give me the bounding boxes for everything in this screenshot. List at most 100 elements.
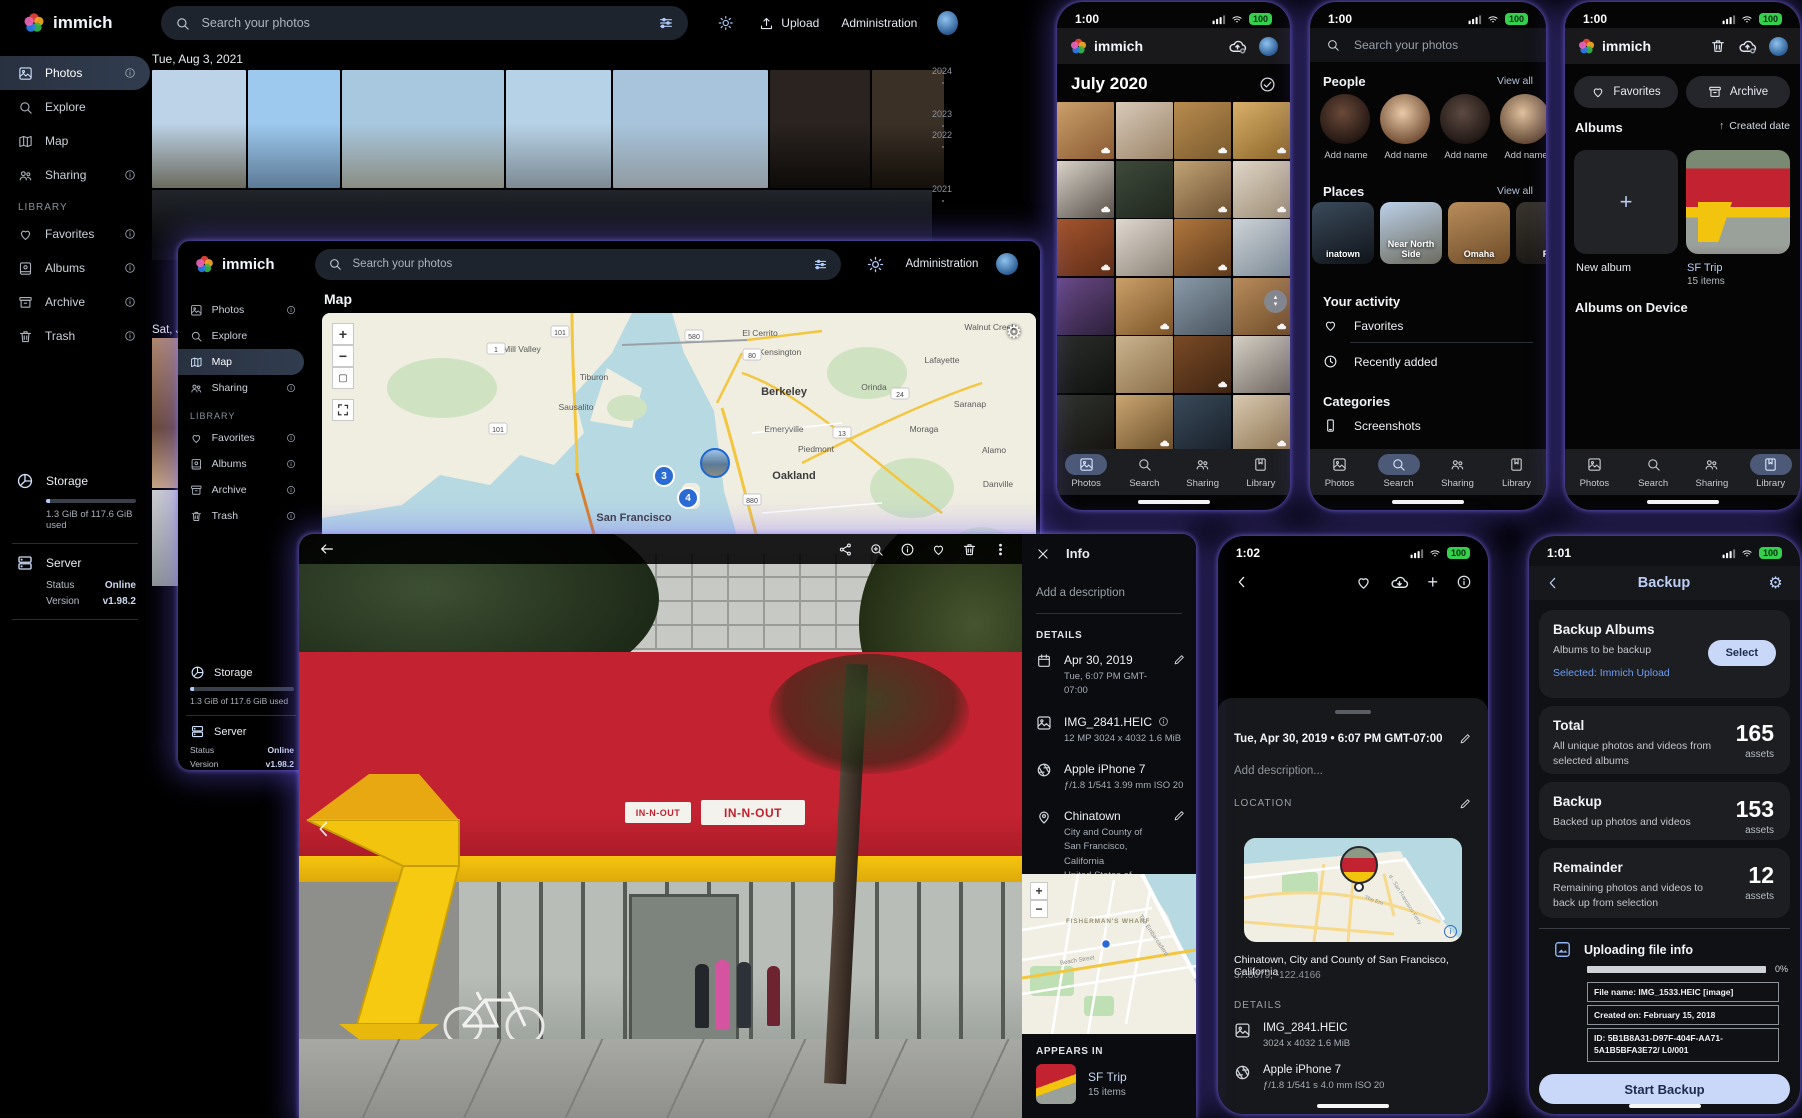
nav-tab-library[interactable]: Library <box>1491 454 1543 489</box>
scrubber-year-label[interactable]: 2022 <box>932 130 952 140</box>
nav-tab-search[interactable]: Search <box>1118 454 1170 489</box>
administration-link[interactable]: Administration <box>906 258 979 270</box>
info-circle-icon[interactable] <box>124 228 136 240</box>
photo-thumbnail[interactable] <box>1174 219 1231 276</box>
info-circle-icon[interactable] <box>286 485 296 495</box>
sidebar-item-trash[interactable]: Trash <box>0 319 150 353</box>
search-input[interactable]: Search your photos <box>1310 28 1546 62</box>
description-input[interactable]: Add description... <box>1218 745 1488 777</box>
add-name-label[interactable]: Add name <box>1320 150 1372 161</box>
add-icon[interactable]: + <box>1427 572 1438 593</box>
sidebar-item-explore[interactable]: Explore <box>0 90 150 124</box>
photo-thumbnail[interactable] <box>1116 219 1173 276</box>
photo-thumbnail[interactable] <box>1233 102 1290 159</box>
info-circle-icon[interactable] <box>124 262 136 274</box>
filter-icon[interactable] <box>658 15 674 31</box>
nav-tab-library[interactable]: Library <box>1235 454 1287 489</box>
album-sort-button[interactable]: ↑Created date <box>1719 120 1790 132</box>
theme-toggle-icon[interactable] <box>867 256 884 273</box>
map-cluster-marker[interactable]: 3 <box>653 465 675 487</box>
nav-tab-photos[interactable]: Photos <box>1568 454 1620 489</box>
info-circle-icon[interactable] <box>286 511 296 521</box>
info-circle-icon[interactable] <box>124 67 136 79</box>
photo-thumbnail[interactable] <box>1116 336 1173 393</box>
edit-date-icon[interactable] <box>1173 653 1186 666</box>
more-icon[interactable] <box>993 542 1008 557</box>
sidebar-item-archive[interactable]: Archive <box>178 477 304 503</box>
photo-thumbnail[interactable] <box>1057 161 1114 218</box>
photo-thumbnail[interactable] <box>1233 336 1290 393</box>
scrollbar-thumb[interactable]: ▴▾ <box>1264 290 1287 313</box>
photo-thumbnail[interactable] <box>1057 336 1114 393</box>
recently-added-row[interactable]: Recently added <box>1323 354 1437 369</box>
photo-thumbnail[interactable] <box>1174 102 1231 159</box>
zoom-out-button[interactable]: − <box>1030 900 1048 918</box>
location-map[interactable]: d - San Francisco Ferry The Em i <box>1244 838 1462 942</box>
user-avatar[interactable] <box>937 11 958 35</box>
sidebar-item-albums[interactable]: Albums <box>178 451 304 477</box>
sidebar-item-trash[interactable]: Trash <box>178 503 304 529</box>
photo-thumbnail[interactable] <box>1116 395 1173 451</box>
edit-location-icon[interactable] <box>1459 797 1472 810</box>
map-cluster-marker[interactable]: 4 <box>677 487 699 509</box>
photo-thumbnail[interactable] <box>613 70 768 188</box>
nav-tab-search[interactable]: Search <box>1373 454 1425 489</box>
filter-icon[interactable] <box>813 257 828 272</box>
photo-thumbnail[interactable] <box>1057 219 1114 276</box>
favorite-icon[interactable] <box>1355 574 1372 591</box>
new-album-tile[interactable]: + <box>1574 150 1678 254</box>
map-fullscreen-button[interactable]: ⛶ <box>332 399 354 421</box>
info-circle-icon[interactable] <box>286 433 296 443</box>
nav-tab-library[interactable]: Library <box>1745 454 1797 489</box>
sidebar-item-archive[interactable]: Archive <box>0 285 150 319</box>
zoom-in-button[interactable]: + <box>332 323 354 345</box>
photo-thumbnail[interactable] <box>152 70 246 188</box>
photo-thumbnail[interactable] <box>1174 278 1231 335</box>
photo-thumbnail[interactable] <box>248 70 340 188</box>
backup-status-icon[interactable] <box>1738 37 1757 56</box>
place-tile[interactable]: inatown <box>1312 202 1374 264</box>
photo-thumbnail[interactable] <box>1233 161 1290 218</box>
info-circle-icon[interactable] <box>286 459 296 469</box>
photo-thumbnail[interactable] <box>506 70 611 188</box>
view-all-link[interactable]: View all <box>1497 185 1533 197</box>
close-icon[interactable] <box>1036 547 1050 561</box>
select-all-icon[interactable] <box>1259 76 1276 93</box>
album-link[interactable]: SF Trip 15 items <box>1036 1064 1127 1104</box>
add-name-label[interactable]: Add name <box>1500 150 1546 161</box>
nav-tab-sharing[interactable]: Sharing <box>1432 454 1484 489</box>
favorites-row[interactable]: Favorites <box>1323 318 1403 333</box>
user-avatar[interactable] <box>1259 37 1278 56</box>
home-indicator[interactable] <box>1317 1104 1389 1108</box>
sidebar-item-photos[interactable]: Photos <box>0 56 150 90</box>
zoom-out-button[interactable]: − <box>332 345 354 367</box>
nav-tab-photos[interactable]: Photos <box>1314 454 1366 489</box>
place-tile[interactable]: Omaha <box>1448 202 1510 264</box>
person-item[interactable]: Add name <box>1380 94 1432 170</box>
add-name-label[interactable]: Add name <box>1380 150 1432 161</box>
administration-link[interactable]: Administration <box>841 16 917 30</box>
info-icon[interactable] <box>900 542 915 557</box>
place-tile[interactable]: Pi <box>1516 202 1546 264</box>
nav-tab-sharing[interactable]: Sharing <box>1177 454 1229 489</box>
photo-thumbnail[interactable] <box>1174 395 1231 451</box>
sidebar-item-explore[interactable]: Explore <box>178 323 304 349</box>
sidebar-item-sharing[interactable]: Sharing <box>178 375 304 401</box>
photo-thumbnail[interactable] <box>1116 161 1173 218</box>
photo-thumbnail[interactable] <box>1057 102 1114 159</box>
scrubber-year-label[interactable]: 2021 <box>932 184 952 194</box>
info-circle-icon[interactable] <box>124 169 136 181</box>
photo-thumbnail[interactable] <box>1116 102 1173 159</box>
photo-strip[interactable] <box>152 490 180 586</box>
home-indicator[interactable] <box>1647 500 1719 504</box>
favorite-icon[interactable] <box>931 542 946 557</box>
backup-status-icon[interactable] <box>1228 37 1247 56</box>
album-tile[interactable] <box>1686 150 1790 254</box>
view-all-link[interactable]: View all <box>1497 75 1533 87</box>
sidebar-item-map[interactable]: Map <box>0 124 150 158</box>
description-input[interactable]: Add a description <box>1022 561 1196 599</box>
photo-thumbnail[interactable] <box>1233 219 1290 276</box>
photo-thumbnail[interactable] <box>1057 395 1114 451</box>
map-photo-marker[interactable] <box>1340 846 1378 884</box>
place-tile[interactable]: Near North Side <box>1380 202 1442 264</box>
